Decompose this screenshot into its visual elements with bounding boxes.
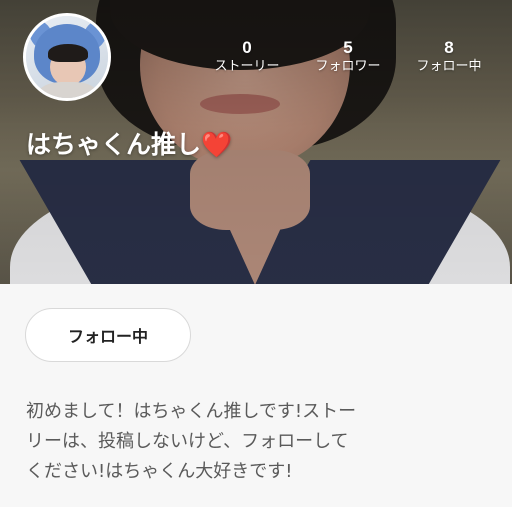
following-button[interactable]: フォロー中 bbox=[25, 308, 191, 362]
heart-emoji-icon: ❤️ bbox=[201, 130, 233, 159]
profile-username: はちゃくん推し❤️ bbox=[26, 128, 232, 162]
stat-followers[interactable]: 5 フォロワー bbox=[308, 38, 388, 76]
profile-avatar[interactable] bbox=[23, 13, 111, 101]
stat-stories-count: 0 bbox=[242, 38, 252, 57]
stat-following-label: フォロー中 bbox=[416, 59, 482, 74]
username-text: はちゃくん推し bbox=[26, 130, 202, 159]
stat-following-count: 8 bbox=[444, 38, 454, 57]
profile-bio: 初めまして！はちゃくん推しです!ストー リーは、投稿しないけど、フォローして く… bbox=[26, 401, 357, 482]
stat-following[interactable]: 8 フォロー中 bbox=[410, 38, 488, 76]
stat-stories[interactable]: 0 ストーリー bbox=[206, 38, 288, 76]
stat-followers-count: 5 bbox=[343, 38, 353, 57]
stat-stories-label: ストーリー bbox=[214, 59, 280, 74]
stat-followers-label: フォロワー bbox=[315, 59, 381, 74]
